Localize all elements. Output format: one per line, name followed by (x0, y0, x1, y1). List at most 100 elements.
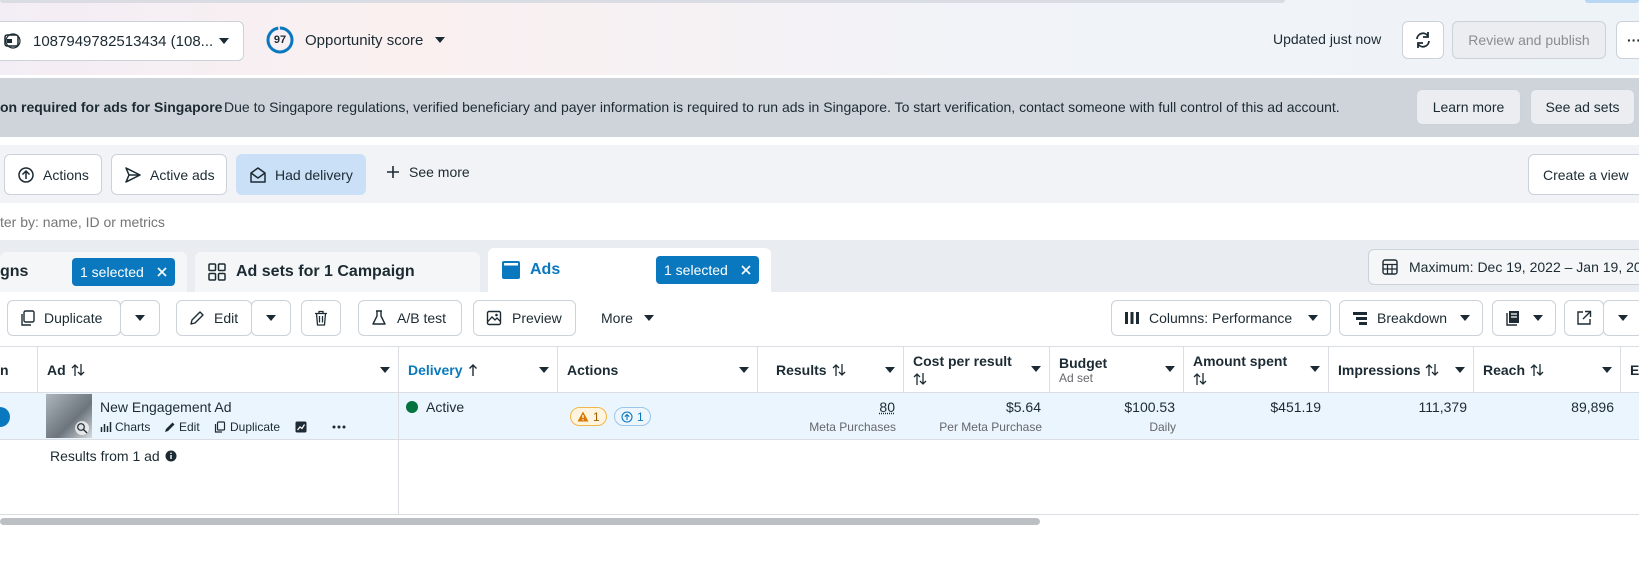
duplicate-label: Duplicate (230, 420, 281, 434)
review-and-publish-button[interactable]: Review and publish (1452, 21, 1606, 59)
column-header-budget[interactable]: Budget Ad set (1050, 346, 1184, 393)
warning-badge[interactable]: 1 (570, 407, 607, 426)
breakdown-icon (1352, 310, 1368, 326)
account-selector[interactable]: 1087949782513434 (108... (0, 21, 244, 61)
filter-actions[interactable]: Actions (4, 154, 102, 195)
amount-spent-value: $451.19 (1270, 399, 1321, 415)
filter-label: Active ads (150, 166, 215, 183)
header-label: Delivery (408, 361, 463, 378)
filter-active-ads[interactable]: Active ads (111, 154, 227, 195)
header-label: Impressions (1338, 361, 1421, 378)
results-footer: Results from 1 ad (50, 448, 177, 464)
refresh-button[interactable] (1402, 21, 1444, 59)
breakdown-label: Breakdown (1377, 310, 1448, 326)
edit-label: Edit (179, 420, 200, 434)
delete-button[interactable] (301, 300, 341, 336)
edit-button[interactable]: Edit (176, 300, 252, 336)
chip-label: 1 selected (664, 262, 728, 278)
ab-test-button[interactable]: A/B test (358, 300, 462, 336)
review-label: Review and publish (1468, 32, 1590, 48)
column-header-reach[interactable]: Reach (1474, 346, 1621, 393)
score-ring-icon: 97 (265, 25, 295, 55)
footer-bottom-border (0, 514, 1639, 515)
recommendation-count: 1 (637, 409, 644, 424)
row-charts-link[interactable]: Charts (100, 420, 150, 434)
column-header-amount-spent[interactable]: Amount spent (1184, 346, 1329, 393)
column-header-ad[interactable]: Ad (38, 346, 399, 393)
reports-button[interactable] (1492, 300, 1556, 336)
duplicate-icon (20, 310, 36, 326)
chevron-down-icon (1455, 366, 1465, 373)
see-ad-sets-button[interactable]: See ad sets (1530, 89, 1635, 125)
chevron-down-icon (1165, 366, 1175, 372)
edit-dropdown-button[interactable] (251, 300, 291, 336)
cost-subtitle: Per Meta Purchase (939, 420, 1042, 434)
header-label: Actions (567, 361, 619, 378)
top-bar (0, 0, 1639, 75)
chip-label: 1 selected (80, 264, 144, 280)
create-view-button[interactable]: Create a view (1528, 154, 1639, 195)
chevron-down-icon (1602, 366, 1612, 373)
header-sublabel: Ad set (1059, 370, 1094, 385)
filter-label: Had delivery (275, 166, 353, 183)
column-header-first[interactable]: n (0, 346, 38, 393)
date-range-picker[interactable]: Maximum: Dec 19, 2022 – Jan 19, 20 (1368, 249, 1639, 285)
learn-more-button[interactable]: Learn more (1416, 89, 1521, 125)
search-input[interactable] (0, 210, 900, 234)
duplicate-button[interactable]: Duplicate (7, 300, 121, 336)
date-range-label: Maximum: Dec 19, 2022 – Jan 19, 20 (1409, 259, 1639, 275)
column-header-last[interactable]: E (1621, 346, 1639, 393)
insights-icon[interactable] (295, 421, 307, 433)
columns-button[interactable]: Columns: Performance (1111, 300, 1331, 336)
ads-icon (501, 260, 521, 280)
duplicate-dropdown-button[interactable] (120, 300, 160, 336)
row-duplicate-link[interactable]: Duplicate (214, 420, 280, 434)
info-icon (165, 450, 177, 462)
sort-icon (71, 363, 85, 377)
sort-icon (1530, 363, 1544, 377)
delivery-status: Active (426, 399, 465, 415)
image-icon (486, 310, 502, 326)
chevron-down-icon (1460, 315, 1470, 321)
send-icon (124, 166, 142, 184)
close-icon[interactable] (157, 267, 167, 277)
tab-ad-sets[interactable]: Ad sets for 1 Campaign (195, 252, 480, 292)
column-header-results[interactable]: Results (758, 346, 904, 393)
breakdown-button[interactable]: Breakdown (1339, 300, 1483, 336)
horizontal-scrollbar[interactable] (0, 518, 1040, 525)
chevron-down-icon (219, 38, 229, 44)
campaigns-selected-chip[interactable]: 1 selected (72, 258, 175, 286)
export-dropdown-button[interactable] (1603, 300, 1639, 336)
impressions-value: 111,379 (1418, 399, 1467, 415)
more-options-icon[interactable] (332, 421, 346, 433)
header-label: n (0, 361, 9, 378)
column-header-cost-per-result[interactable]: Cost per result (904, 346, 1050, 393)
column-header-impressions[interactable]: Impressions (1329, 346, 1474, 393)
ad-name[interactable]: New Engagement Ad (100, 399, 232, 415)
external-link-icon (1576, 310, 1592, 326)
edit-label: Edit (214, 310, 239, 326)
more-options-button[interactable]: ··· (1616, 21, 1639, 59)
column-header-actions[interactable]: Actions (558, 346, 758, 393)
more-button[interactable]: More (601, 310, 654, 326)
row-edit-link[interactable]: Edit (164, 420, 200, 434)
active-status-dot (406, 401, 418, 413)
close-icon[interactable] (741, 265, 751, 275)
ab-test-label: A/B test (397, 310, 447, 326)
opportunity-score[interactable]: 97 Opportunity score (265, 25, 446, 55)
bar-chart-icon (100, 421, 112, 433)
reach-value: 89,896 (1571, 399, 1614, 415)
ads-selected-chip[interactable]: 1 selected (656, 256, 759, 284)
see-ad-sets-label: See ad sets (1545, 99, 1620, 115)
filter-see-more[interactable]: See more (386, 164, 470, 180)
envelope-icon (249, 166, 267, 184)
budget-subtitle: Daily (1149, 420, 1176, 434)
preview-button[interactable]: Preview (473, 300, 576, 336)
export-button[interactable] (1564, 300, 1604, 336)
recommendation-badge[interactable]: 1 (614, 407, 651, 426)
results-value[interactable]: 80 (879, 399, 895, 415)
warning-icon (577, 411, 589, 422)
filter-had-delivery[interactable]: Had delivery (236, 154, 366, 195)
column-header-delivery[interactable]: Delivery (399, 346, 558, 393)
zoom-icon (75, 421, 89, 435)
